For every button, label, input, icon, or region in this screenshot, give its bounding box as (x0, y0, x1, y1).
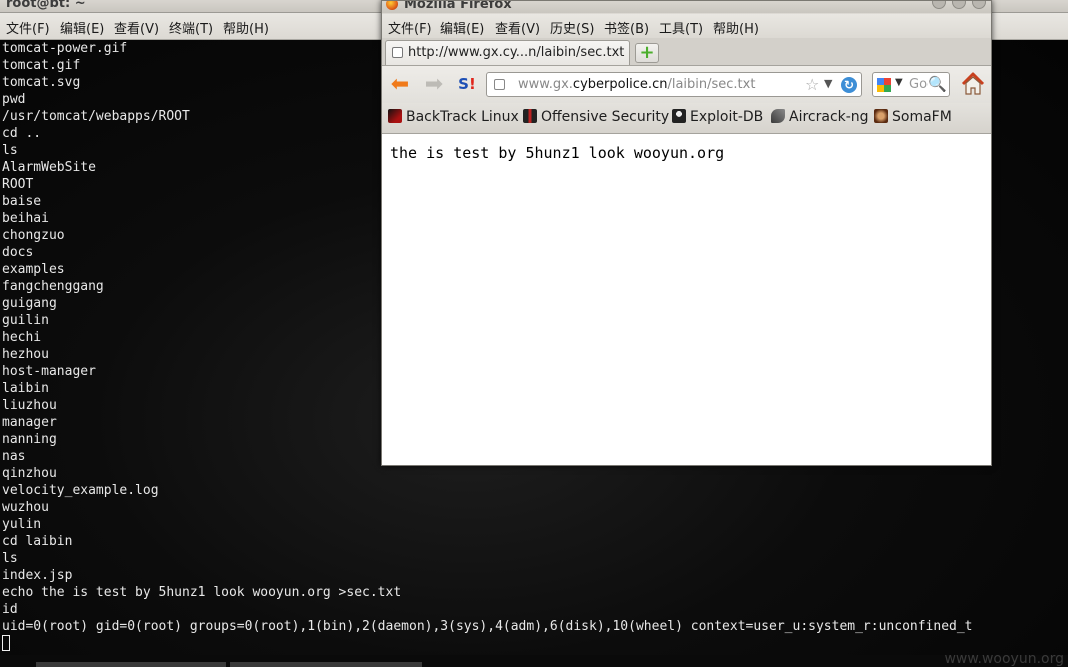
forward-arrow-icon[interactable]: ➡ (422, 74, 446, 96)
google-icon[interactable] (877, 78, 891, 92)
addon-s-icon[interactable]: S! (458, 75, 476, 93)
terminal-menu-file[interactable]: 文件(F) (6, 18, 50, 37)
taskbar-item[interactable] (36, 662, 226, 667)
close-button[interactable] (972, 1, 986, 9)
terminal-line: wuzhou (2, 500, 49, 515)
taskbar-item[interactable] (230, 662, 422, 667)
terminal-line: qinzhou (2, 466, 57, 481)
terminal-line: id (2, 602, 18, 617)
bookmark-offensive-security[interactable]: Offensive Security (523, 109, 669, 127)
firefox-navbar: ⬅ ➡ S! www.gx.cyberpolice.cn/laibin/sec.… (382, 66, 991, 103)
url-prefix: www.gx. (518, 77, 573, 92)
firefox-icon (386, 1, 398, 10)
firefox-menu-view[interactable]: 查看(V) (495, 18, 540, 37)
offsec-icon (523, 109, 537, 123)
exploit-db-icon (672, 109, 686, 123)
firefox-menu-history[interactable]: 历史(S) (550, 18, 594, 37)
terminal-menu-view[interactable]: 查看(V) (114, 18, 159, 37)
page-text: the is test by 5hunz1 look wooyun.org (390, 144, 725, 162)
tab-title: http://www.gx.cy...n/laibin/sec.txt (408, 45, 625, 60)
terminal-menu-help[interactable]: 帮助(H) (223, 18, 269, 37)
search-bar[interactable]: ▼ Goo 🔍 (872, 72, 950, 97)
terminal-menu-terminal[interactable]: 终端(T) (169, 18, 213, 37)
url-path: /laibin/sec.txt (667, 77, 756, 92)
url-host: cyberpolice.cn (572, 77, 668, 92)
firefox-menu-edit[interactable]: 编辑(E) (440, 18, 484, 37)
firefox-menu-file[interactable]: 文件(F) (388, 18, 432, 37)
backtrack-icon (388, 109, 402, 123)
back-arrow-icon[interactable]: ⬅ (388, 74, 412, 96)
url-text[interactable]: www.gx.cyberpolice.cn/laibin/sec.txt (518, 77, 755, 92)
firefox-tabbar: http://www.gx.cy...n/laibin/sec.txt + (382, 38, 991, 66)
terminal-line: yulin (2, 517, 42, 532)
plus-icon: + (639, 42, 655, 63)
firefox-title: Mozilla Firefox (404, 1, 512, 12)
browser-tab[interactable]: http://www.gx.cy...n/laibin/sec.txt (385, 40, 630, 65)
terminal-line: uid=0(root) gid=0(root) groups=0(root),1… (2, 619, 973, 634)
bookmarks-toolbar: BackTrack Linux Offensive Security Explo… (382, 103, 991, 134)
terminal-cursor (2, 635, 10, 651)
firefox-menu-tools[interactable]: 工具(T) (659, 18, 703, 37)
bookmark-star-icon[interactable]: ☆ (805, 75, 819, 94)
firefox-menu-bookmarks[interactable]: 书签(B) (604, 18, 649, 37)
page-identity-icon[interactable] (494, 79, 505, 90)
desktop-watermark: www.wooyun.org (944, 651, 1064, 667)
terminal-line: index.jsp (2, 568, 73, 583)
terminal-menu-edit[interactable]: 编辑(E) (60, 18, 104, 37)
firefox-menubar: 文件(F) 编辑(E) 查看(V) 历史(S) 书签(B) 工具(T) 帮助(H… (382, 14, 991, 38)
home-icon[interactable] (960, 71, 986, 97)
somafm-icon (874, 109, 888, 123)
chevron-down-icon[interactable]: ▼ (895, 77, 903, 88)
bookmark-aircrack-ng[interactable]: Aircrack-ng (771, 109, 869, 127)
new-tab-button[interactable]: + (635, 43, 659, 63)
url-bar[interactable]: www.gx.cyberpolice.cn/laibin/sec.txt ☆ ▼… (486, 72, 862, 97)
page-content[interactable]: the is test by 5hunz1 look wooyun.org (382, 134, 991, 465)
terminal-line: echo the is test by 5hunz1 look wooyun.o… (2, 585, 402, 600)
chevron-down-icon[interactable]: ▼ (824, 77, 832, 90)
terminal-title: root@bt: ~ (6, 0, 86, 11)
minimize-button[interactable] (932, 1, 946, 9)
bookmark-backtrack-linux[interactable]: BackTrack Linux (388, 109, 519, 127)
terminal-line: ls (2, 551, 18, 566)
terminal-line: velocity_example.log (2, 483, 159, 498)
firefox-menu-help[interactable]: 帮助(H) (713, 18, 759, 37)
reload-icon[interactable]: ↻ (841, 77, 857, 93)
maximize-button[interactable] (952, 1, 966, 9)
firefox-window: Mozilla Firefox 文件(F) 编辑(E) 查看(V) 历史(S) … (381, 0, 992, 466)
terminal-line: cd laibin (2, 534, 73, 549)
search-icon[interactable]: 🔍 (928, 75, 947, 93)
bookmark-somafm[interactable]: SomaFM (874, 109, 952, 127)
firefox-titlebar[interactable]: Mozilla Firefox (382, 1, 991, 13)
bookmark-exploit-db[interactable]: Exploit-DB (672, 109, 763, 127)
page-icon (392, 47, 403, 58)
aircrack-icon (771, 109, 785, 123)
